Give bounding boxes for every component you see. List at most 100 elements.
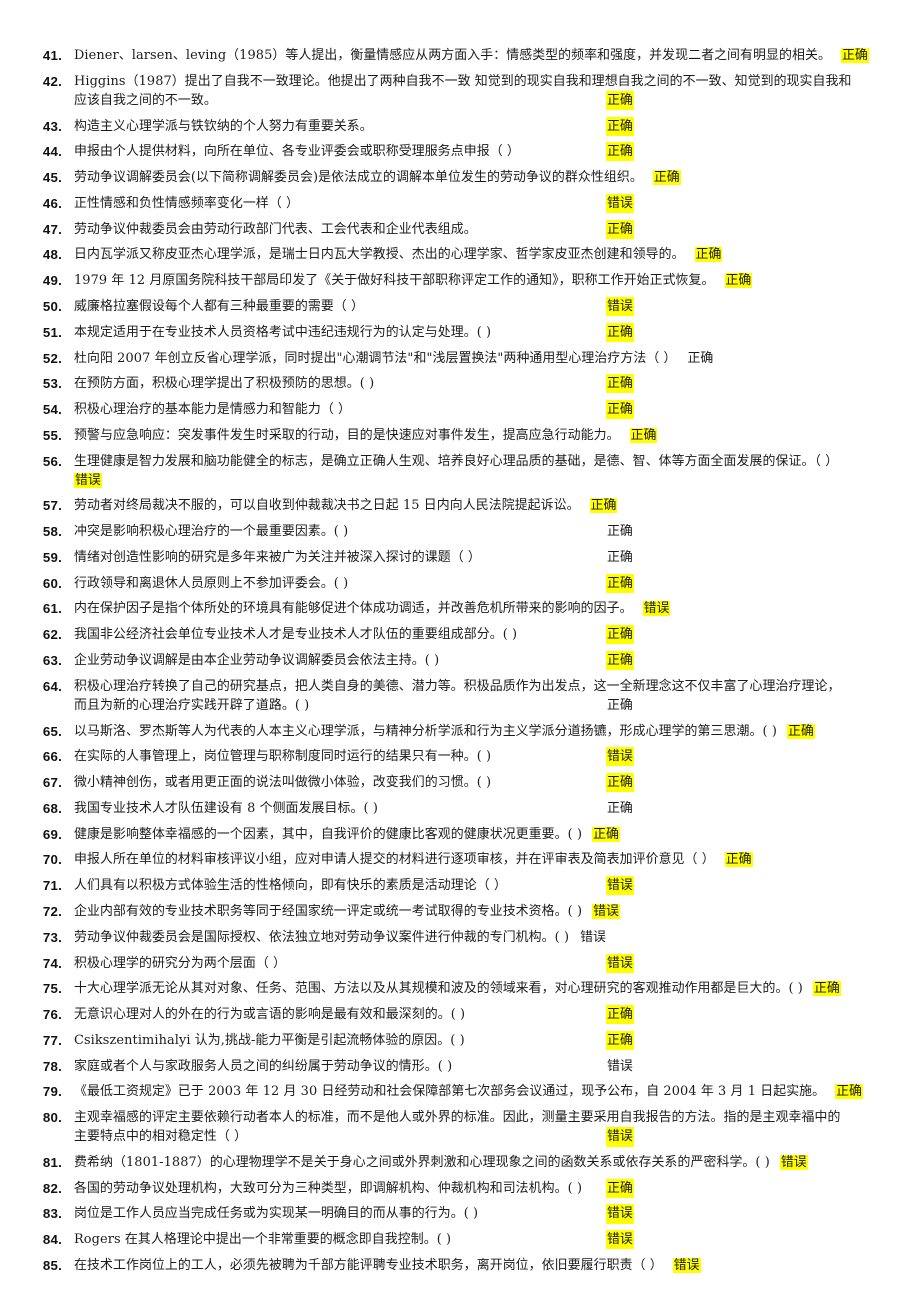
question-number: 51. (42, 324, 62, 340)
question-row: 64. 积极心理治疗转换了自己的研究基点，把人类自身的美德、潜力等。积极品质作为出… (18, 677, 902, 716)
question-text: 人们具有以积极方式体验生活的性格倾向，即有快乐的素质是活动理论（ ） (74, 878, 507, 894)
answer-label: 正确 (606, 400, 634, 420)
question-line: Higgins（1987）提出了自我不一致理论。他提出了两种自我不一致 知觉到的… (74, 72, 902, 91)
question-text: 劳动者对终局裁决不服的，可以自收到仲裁裁决书之日起 15 日内向人民法院提起诉讼… (74, 498, 580, 514)
question-body: 健康是影响整体幸福感的一个因素，其中，自我评价的健康比客观的健康状况更重要。( … (74, 825, 902, 844)
question-number: 41. (42, 48, 62, 63)
question-body: 1979 年 12 月原国务院科技干部局印发了《关于做好科技干部职称评定工作的通… (74, 271, 902, 290)
question-line: 各国的劳动争议处理机构，大致可分为三种类型，即调解机构、仲裁机构和司法机构。( … (74, 1178, 902, 1198)
answer-label: 正确 (629, 427, 658, 443)
question-body: 申报由个人提供材料，向所在单位、各专业评委会或职称受理服务点申报（ ） 正确 (74, 142, 902, 162)
question-line: 积极心理治疗转换了自己的研究基点，把人类自身的美德、潜力等。积极品质作为出发点，… (74, 677, 902, 696)
question-body: 正性情感和负性情感频率变化一样（ ） 错误 (74, 193, 902, 213)
question-line: 错误 (74, 471, 902, 490)
question-number: 49. (42, 273, 62, 289)
answer-label: 正确 (607, 698, 633, 714)
question-line: 劳动争议调解委员会(以下简称调解委员会)是依法成立的调解本单位发生的劳动争议的群… (74, 168, 902, 187)
question-text: 我国非公经济社会单位专业技术人才是专业技术人才队伍的重要组成部分。( ) (74, 627, 518, 643)
question-number: 47. (42, 221, 62, 237)
question-text: 十大心理学派无论从其对对象、任务、范围、方法以及从其规模和波及的领域来看，对心理… (74, 981, 803, 997)
answer-label: 正确 (592, 826, 620, 842)
answer-label: 错误 (606, 193, 634, 213)
question-number: 62. (42, 627, 62, 643)
question-number: 58. (42, 524, 62, 540)
question-line: 积极心理学的研究分为两个层面（ ） 错误 (74, 953, 902, 973)
question-line: 企业内部有效的专业技术职务等同于经国家统一评定或统一考试取得的专业技术资格。( … (74, 902, 902, 921)
answer-label: 正确 (606, 374, 634, 394)
question-line: Rogers 在其人格理论中提出一个非常重要的概念即自我控制。( ) 错误 (74, 1230, 902, 1250)
question-body: 主观幸福感的评定主要依赖行动者本人的标准，而不是他人或外界的标准。因此，测量主要… (74, 1108, 902, 1147)
question-number: 83. (42, 1206, 62, 1222)
question-number: 68. (42, 800, 62, 816)
question-number: 53. (42, 376, 62, 392)
question-row: 74. 积极心理学的研究分为两个层面（ ） 错误 (18, 953, 902, 974)
answer-label: 正确 (607, 800, 633, 816)
question-number: 54. (42, 402, 62, 418)
question-line: 人们具有以积极方式体验生活的性格倾向，即有快乐的素质是活动理论（ ） 错误 (74, 876, 902, 896)
question-line: 在技术工作岗位上的工人，必须先被聘为千部方能评聘专业技术职务，离开岗位，依旧要履… (74, 1256, 902, 1275)
question-text: 我国专业技术人才队伍建设有 8 个侧面发展目标。( ) (74, 800, 378, 816)
question-text: 应该自我之间的不一致。 (74, 93, 217, 109)
question-body: 各国的劳动争议处理机构，大致可分为三种类型，即调解机构、仲裁机构和司法机构。( … (74, 1178, 902, 1198)
question-number: 61. (42, 601, 62, 617)
question-line: 而且为新的心理治疗实践开辟了道路。( ) 正确 (74, 696, 902, 715)
question-body: 无意识心理对人的外在的行为或言语的影响是最有效和最深刻的。( ) 正确 (74, 1005, 902, 1025)
question-number: 65. (42, 723, 62, 739)
question-row: 43. 构造主义心理学派与铁钦纳的个人努力有重要关系。 正确 (18, 116, 902, 137)
question-row: 80. 主观幸福感的评定主要依赖行动者本人的标准，而不是他人或外界的标准。因此，测… (18, 1108, 902, 1147)
question-text: 申报人所在单位的材料审核评议小组，应对申请人提交的材料进行逐项审核，并在评审表及… (74, 852, 715, 868)
question-text: 在技术工作岗位上的工人，必须先被聘为千部方能评聘专业技术职务，离开岗位，依旧要履… (74, 1258, 663, 1273)
question-body: 预警与应急响应：突发事件发生时采取的行动，目的是快速应对事件发生，提高应急行动能… (74, 426, 902, 445)
question-number: 74. (42, 955, 62, 971)
answer-label: 错误 (606, 296, 634, 317)
question-text: 内在保护因子是指个体所处的环境具有能够促进个体成功调适，并改善危机所带来的影响的… (74, 601, 633, 617)
question-number: 44. (42, 144, 62, 160)
question-body: 日内瓦学派又称皮亚杰心理学派，是瑞士日内瓦大学教授、杰出的心理学家、哲学家皮亚杰… (74, 245, 902, 264)
question-line: 构造主义心理学派与铁钦纳的个人努力有重要关系。 正确 (74, 116, 902, 136)
answer-label: 错误 (592, 903, 620, 919)
question-row: 48. 日内瓦学派又称皮亚杰心理学派，是瑞士日内瓦大学教授、杰出的心理学家、哲学家… (18, 245, 902, 265)
question-text: 生理健康是智力发展和脑功能健全的标志，是确立正确人生观、培养良好心理品质的基础，… (74, 453, 839, 469)
question-row: 65. 以马斯洛、罗杰斯等人为代表的人本主义心理学派，与精神分析学派和行为主义学派… (18, 722, 902, 742)
question-row: 72. 企业内部有效的专业技术职务等同于经国家统一评定或统一考试取得的专业技术资格… (18, 902, 902, 922)
question-line: 以马斯洛、罗杰斯等人为代表的人本主义心理学派，与精神分析学派和行为主义学派分道扬… (74, 722, 902, 741)
question-text: 积极心理治疗转换了自己的研究基点，把人类自身的美德、潜力等。积极品质作为出发点，… (74, 678, 841, 694)
question-line: 应该自我之间的不一致。 正确 (74, 91, 902, 111)
question-row: 79. 《最低工资规定》已于 2003 年 12 月 30 日经劳动和社会保障部第… (18, 1082, 902, 1102)
question-line: 生理健康是智力发展和脑功能健全的标志，是确立正确人生观、培养良好心理品质的基础，… (74, 452, 902, 471)
question-body: 微小精神创伤，或者用更正面的说法叫做微小体验，改变我们的习惯。( ) 正确 (74, 773, 902, 793)
question-line: 威廉格拉塞假设每个人都有三种最重要的需要（ ） 错误 (74, 296, 902, 317)
question-number: 48. (42, 247, 62, 263)
answer-label: 正确 (606, 1005, 634, 1025)
question-line: 冲突是影响积极心理治疗的一个最重要因素。( ) 正确 (74, 522, 902, 541)
question-body: 生理健康是智力发展和脑功能健全的标志，是确立正确人生观、培养良好心理品质的基础，… (74, 452, 902, 491)
question-text: 冲突是影响积极心理治疗的一个最重要因素。( ) (74, 524, 349, 540)
question-number: 71. (42, 878, 62, 894)
question-line: 积极心理治疗的基本能力是情感力和智能力（ ） 正确 (74, 400, 902, 420)
question-line: 主要特点中的相对稳定性（ ） 错误 (74, 1127, 902, 1147)
question-body: Higgins（1987）提出了自我不一致理论。他提出了两种自我不一致 知觉到的… (74, 72, 902, 111)
question-text: 积极心理学的研究分为两个层面（ ） (74, 955, 287, 971)
question-text: 岗位是工作人员应当完成任务或为实现某一明确目的而从事的行为。( ) (74, 1206, 479, 1222)
question-text: 正性情感和负性情感频率变化一样（ ） (74, 195, 300, 211)
question-line: 十大心理学派无论从其对对象、任务、范围、方法以及从其规模和波及的领域来看，对心理… (74, 979, 902, 998)
answer-label: 正确 (835, 1084, 863, 1100)
answer-label: 错误 (606, 1230, 634, 1250)
answer-label: 错误 (606, 747, 634, 767)
question-line: 日内瓦学派又称皮亚杰心理学派，是瑞士日内瓦大学教授、杰出的心理学家、哲学家皮亚杰… (74, 245, 902, 264)
question-line: 本规定适用于在专业技术人员资格考试中违纪违规行为的认定与处理。( ) 正确 (74, 322, 902, 342)
question-row: 77. Csikszentimihalyi 认为,挑战-能力平衡是引起流畅体验的原… (18, 1030, 902, 1051)
question-number: 42. (42, 73, 62, 89)
question-body: 我国专业技术人才队伍建设有 8 个侧面发展目标。( ) 正确 (74, 799, 902, 818)
question-body: 本规定适用于在专业技术人员资格考试中违纪违规行为的认定与处理。( ) 正确 (74, 322, 902, 342)
answer-label: 错误 (672, 1258, 701, 1273)
question-line: 杜向阳 2007 年创立反省心理学派，同时提出"心潮调节法"和"浅层置换法"两种… (74, 349, 902, 368)
answer-label: 正确 (786, 723, 815, 739)
question-line: 申报人所在单位的材料审核评议小组，应对申请人提交的材料进行逐项审核，并在评审表及… (74, 850, 902, 869)
question-row: 73. 劳动争议仲裁委员会是国际授权、依法独立地对劳动争议案件进行仲裁的专门机构。… (18, 928, 902, 948)
question-row: 42. Higgins（1987）提出了自我不一致理论。他提出了两种自我不一致 知… (18, 72, 902, 111)
question-text: Csikszentimihalyi 认为,挑战-能力平衡是引起流畅体验的原因。(… (74, 1032, 465, 1048)
question-row: 57. 劳动者对终局裁决不服的，可以自收到仲裁裁决书之日起 15 日内向人民法院提… (18, 496, 902, 516)
question-body: 情绪对创造性影响的研究是多年来被广为关注并被深入探讨的课题（ ） 正确 (74, 548, 902, 567)
question-line: 《最低工资规定》已于 2003 年 12 月 30 日经劳动和社会保障部第七次部… (74, 1082, 902, 1101)
